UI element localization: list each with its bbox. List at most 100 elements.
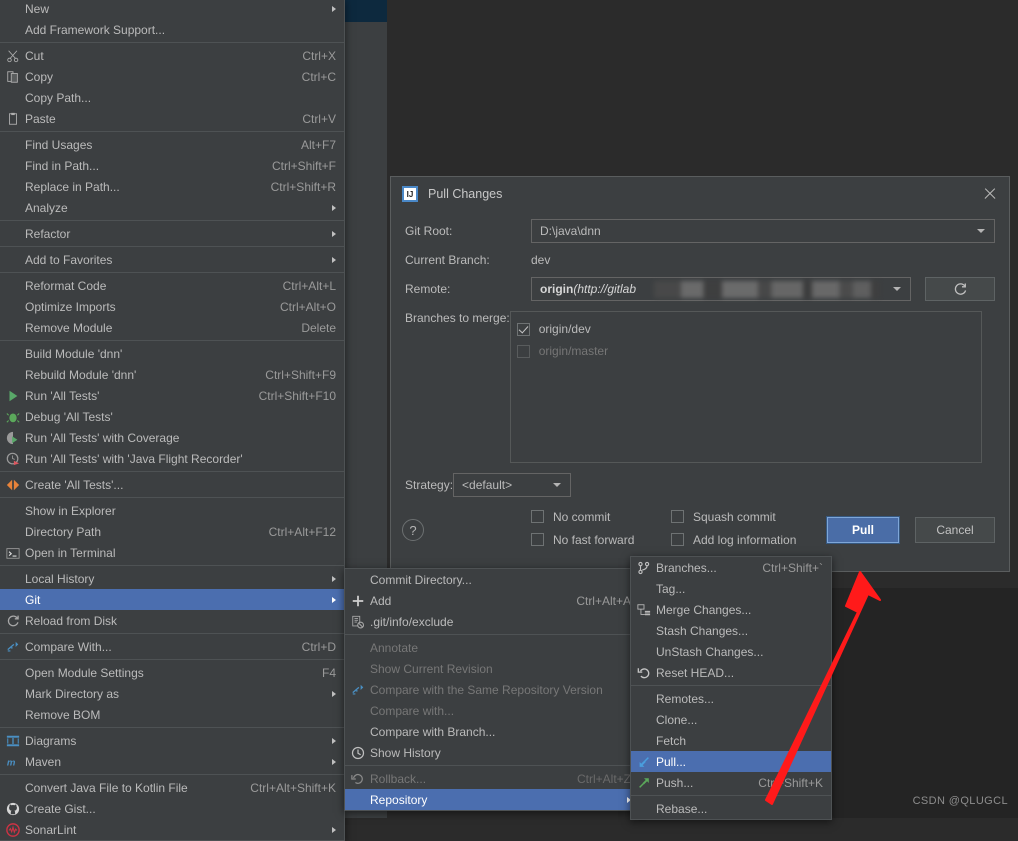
ide-editor-tab[interactable] <box>345 0 387 22</box>
menu-item-show-history[interactable]: Show History <box>345 742 639 763</box>
menu-item-stash-changes[interactable]: Stash Changes... <box>631 620 831 641</box>
menu-item-remove-bom[interactable]: Remove BOM <box>0 704 344 725</box>
branch-item-origin-dev[interactable]: origin/dev <box>516 318 981 340</box>
menu-item-tag[interactable]: Tag... <box>631 578 831 599</box>
menu-item-create-all-tests[interactable]: Create 'All Tests'... <box>0 474 344 495</box>
menu-item-maven[interactable]: m Maven <box>0 751 344 772</box>
menu-item-show-in-explorer[interactable]: Show in Explorer <box>0 500 344 521</box>
menu-item-build-module-dnn[interactable]: Build Module 'dnn' <box>0 343 344 364</box>
menu-item-new[interactable]: New <box>0 0 344 19</box>
menu-item-shortcut: Ctrl+Alt+Z <box>576 771 631 786</box>
menu-item-pull[interactable]: Pull... <box>631 751 831 772</box>
git-submenu[interactable]: Commit Directory... Add Ctrl+Alt+A .git/inf… <box>344 568 640 811</box>
menu-item-open-module-settings[interactable]: Open Module Settings F4 <box>0 662 344 683</box>
menu-item-rebuild-module-dnn[interactable]: Rebuild Module 'dnn' Ctrl+Shift+F9 <box>0 364 344 385</box>
project-context-menu[interactable]: New Add Framework Support... Cut Ctrl+X Copy… <box>0 0 345 841</box>
menu-item-directory-path[interactable]: Directory Path Ctrl+Alt+F12 <box>0 521 344 542</box>
remote-combobox[interactable]: origin(http://gitlab <box>531 277 912 301</box>
menu-item-repository[interactable]: Repository <box>345 789 639 810</box>
menu-item-reset-head[interactable]: Reset HEAD... <box>631 662 831 683</box>
menu-item-clone[interactable]: Clone... <box>631 709 831 730</box>
menu-item-compare-with-branch[interactable]: Compare with Branch... <box>345 721 639 742</box>
menu-item-commit-directory[interactable]: Commit Directory... <box>345 569 639 590</box>
menu-item-optimize-imports[interactable]: Optimize Imports Ctrl+Alt+O <box>0 296 344 317</box>
menu-item-branches[interactable]: Branches... Ctrl+Shift+` <box>631 557 831 578</box>
menu-item-run-all-tests-with-coverage[interactable]: Run 'All Tests' with Coverage <box>0 427 344 448</box>
menu-item-label: Add <box>370 593 392 608</box>
menu-icon-none <box>0 179 25 195</box>
menu-item-paste[interactable]: Paste Ctrl+V <box>0 108 344 129</box>
menu-item-replace-in-path[interactable]: Replace in Path... Ctrl+Shift+R <box>0 176 344 197</box>
menu-item-fetch[interactable]: Fetch <box>631 730 831 751</box>
help-button[interactable]: ? <box>402 519 424 541</box>
menu-item-label: Remove Module <box>25 320 113 335</box>
menu-separator <box>0 272 344 273</box>
menu-item-copy-path[interactable]: Copy Path... <box>0 87 344 108</box>
repository-submenu[interactable]: Branches... Ctrl+Shift+` Tag... Merge Chang… <box>630 556 832 820</box>
menu-item-git-info-exclude[interactable]: .git/info/exclude <box>345 611 639 632</box>
chevron-right-icon <box>332 230 336 237</box>
menu-item-debug-all-tests[interactable]: Debug 'All Tests' <box>0 406 344 427</box>
menu-item-label: Directory Path <box>25 524 102 539</box>
menu-item-label: New <box>25 1 50 16</box>
menu-item-analyze[interactable]: Analyze <box>0 197 344 218</box>
branches-list[interactable]: origin/dev origin/master <box>509 311 982 463</box>
menu-item-run-all-tests[interactable]: Run 'All Tests' Ctrl+Shift+F10 <box>0 385 344 406</box>
menu-icon-none <box>345 703 370 719</box>
menu-item-refactor[interactable]: Refactor <box>0 223 344 244</box>
menu-item-find-in-path[interactable]: Find in Path... Ctrl+Shift+F <box>0 155 344 176</box>
strategy-row: Strategy: <default> <box>405 473 995 497</box>
menu-item-add[interactable]: Add Ctrl+Alt+A <box>345 590 639 611</box>
menu-item-run-all-tests-with-java-flight-recorder[interactable]: Run 'All Tests' with 'Java Flight Record… <box>0 448 344 469</box>
pull-button[interactable]: Pull <box>826 516 900 544</box>
menu-item-open-in-terminal[interactable]: Open in Terminal <box>0 542 344 563</box>
menu-item-cut[interactable]: Cut Ctrl+X <box>0 45 344 66</box>
sonarlint-icon <box>0 822 25 838</box>
menu-item-sonarlint[interactable]: SonarLint <box>0 819 344 840</box>
branch-item-origin-master: origin/master <box>516 340 981 362</box>
menu-item-remotes[interactable]: Remotes... <box>631 688 831 709</box>
menu-icon-none <box>631 733 656 749</box>
menu-item-local-history[interactable]: Local History <box>0 568 344 589</box>
chevron-down-icon <box>893 287 902 291</box>
menu-item-diagrams[interactable]: Diagrams <box>0 730 344 751</box>
menu-separator <box>0 246 344 247</box>
chevron-right-icon <box>332 5 336 12</box>
menu-item-compare-with[interactable]: Compare With... Ctrl+D <box>0 636 344 657</box>
menu-item-create-gist[interactable]: Create Gist... <box>0 798 344 819</box>
refresh-remotes-button[interactable] <box>925 277 995 301</box>
menu-separator <box>0 497 344 498</box>
menu-item-label: Remotes... <box>656 691 715 706</box>
dialog-body: Git Root: D:\java\dnn Current Branch: de… <box>391 211 1009 551</box>
menu-item-convert-java-file-to-kotlin-file[interactable]: Convert Java File to Kotlin File Ctrl+Alt… <box>0 777 344 798</box>
menu-item-reload-from-disk[interactable]: Reload from Disk <box>0 610 344 631</box>
menu-item-merge-changes[interactable]: Merge Changes... <box>631 599 831 620</box>
menu-item-rebase[interactable]: Rebase... <box>631 798 831 819</box>
branch-checkbox[interactable] <box>516 322 530 336</box>
cancel-button[interactable]: Cancel <box>915 517 995 543</box>
menu-item-remove-module[interactable]: Remove Module Delete <box>0 317 344 338</box>
menu-item-label: Show in Explorer <box>25 503 116 518</box>
menu-item-copy[interactable]: Copy Ctrl+C <box>0 66 344 87</box>
strategy-combobox[interactable]: <default> <box>453 473 572 497</box>
menu-item-label: Create 'All Tests'... <box>25 477 124 492</box>
diagram-icon <box>0 733 25 749</box>
git-root-combobox[interactable]: D:\java\dnn <box>531 219 995 243</box>
menu-item-label: UnStash Changes... <box>656 644 764 659</box>
menu-item-push[interactable]: Push... Ctrl+Shift+K <box>631 772 831 793</box>
branch-label: origin/dev <box>538 322 591 336</box>
remote-url: (http://gitlab <box>573 282 637 296</box>
menu-item-add-framework-support[interactable]: Add Framework Support... <box>0 19 344 40</box>
menu-item-mark-directory-as[interactable]: Mark Directory as <box>0 683 344 704</box>
menu-icon-none <box>0 320 25 336</box>
menu-icon-none <box>0 137 25 153</box>
menu-item-find-usages[interactable]: Find Usages Alt+F7 <box>0 134 344 155</box>
close-icon[interactable] <box>979 183 1001 205</box>
menu-item-add-to-favorites[interactable]: Add to Favorites <box>0 249 344 270</box>
branch-checkbox <box>516 344 530 358</box>
menu-item-git[interactable]: Git <box>0 589 344 610</box>
menu-item-unstash-changes[interactable]: UnStash Changes... <box>631 641 831 662</box>
git-root-value: D:\java\dnn <box>540 224 601 238</box>
menu-item-shortcut: Ctrl+Alt+Shift+K <box>250 780 336 795</box>
menu-item-reformat-code[interactable]: Reformat Code Ctrl+Alt+L <box>0 275 344 296</box>
